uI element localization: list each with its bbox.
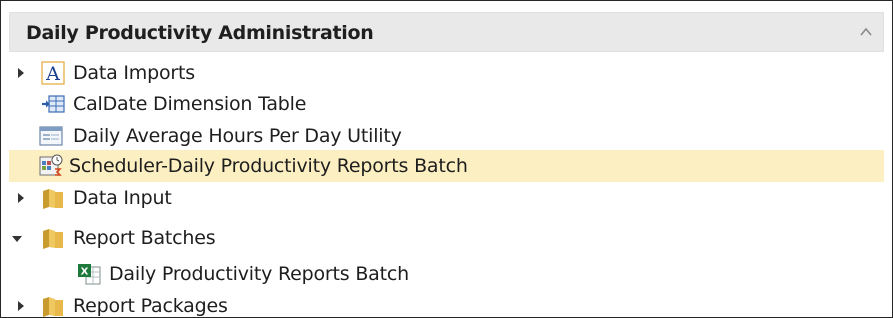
tree-item-data-imports[interactable]: A Data Imports bbox=[9, 57, 884, 89]
panel-title: Daily Productivity Administration bbox=[26, 22, 374, 44]
svg-text:X: X bbox=[81, 267, 89, 278]
tree-item-label: Scheduler-Daily Productivity Reports Bat… bbox=[69, 155, 468, 177]
text-a-icon: A bbox=[41, 61, 65, 85]
tree-item-label: Data Input bbox=[73, 187, 172, 209]
tree-item-scheduler-batch[interactable]: Scheduler-Daily Productivity Reports Bat… bbox=[9, 150, 884, 182]
tree-panel: Daily Productivity Administration A Data… bbox=[0, 0, 893, 318]
tree-item-label: CalDate Dimension Table bbox=[73, 93, 307, 115]
tree-item-daily-average-hours-utility[interactable]: Daily Average Hours Per Day Utility bbox=[9, 120, 884, 152]
svg-text:A: A bbox=[45, 63, 60, 85]
excel-batch-icon: X bbox=[78, 264, 101, 285]
folder-icon bbox=[43, 297, 63, 317]
tree-item-report-batches[interactable]: Report Batches bbox=[9, 222, 884, 254]
tree-item-report-packages[interactable]: Report Packages bbox=[9, 290, 884, 317]
tree-item-data-input[interactable]: Data Input bbox=[9, 182, 884, 214]
collapse-arrow-icon[interactable] bbox=[11, 231, 23, 245]
expand-arrow-icon[interactable] bbox=[15, 299, 27, 313]
folder-icon bbox=[43, 189, 63, 209]
tree-item-label: Report Packages bbox=[73, 295, 228, 317]
form-window-icon bbox=[39, 126, 63, 146]
expand-arrow-icon[interactable] bbox=[15, 66, 27, 80]
tree-item-label: Daily Productivity Reports Batch bbox=[109, 263, 409, 285]
folder-icon bbox=[43, 229, 63, 249]
tree-item-label: Data Imports bbox=[73, 62, 195, 84]
tree-item-daily-productivity-reports-batch[interactable]: X Daily Productivity Reports Batch bbox=[9, 258, 884, 290]
expand-arrow-icon[interactable] bbox=[15, 191, 27, 205]
chevron-up-icon[interactable] bbox=[859, 25, 873, 39]
scheduler-icon bbox=[39, 154, 63, 176]
tree-item-label: Report Batches bbox=[73, 227, 216, 249]
tree-item-label: Daily Average Hours Per Day Utility bbox=[73, 125, 402, 147]
import-table-icon bbox=[42, 95, 65, 113]
panel-header[interactable]: Daily Productivity Administration bbox=[9, 12, 884, 52]
tree-item-caldate-dimension-table[interactable]: CalDate Dimension Table bbox=[9, 88, 884, 120]
